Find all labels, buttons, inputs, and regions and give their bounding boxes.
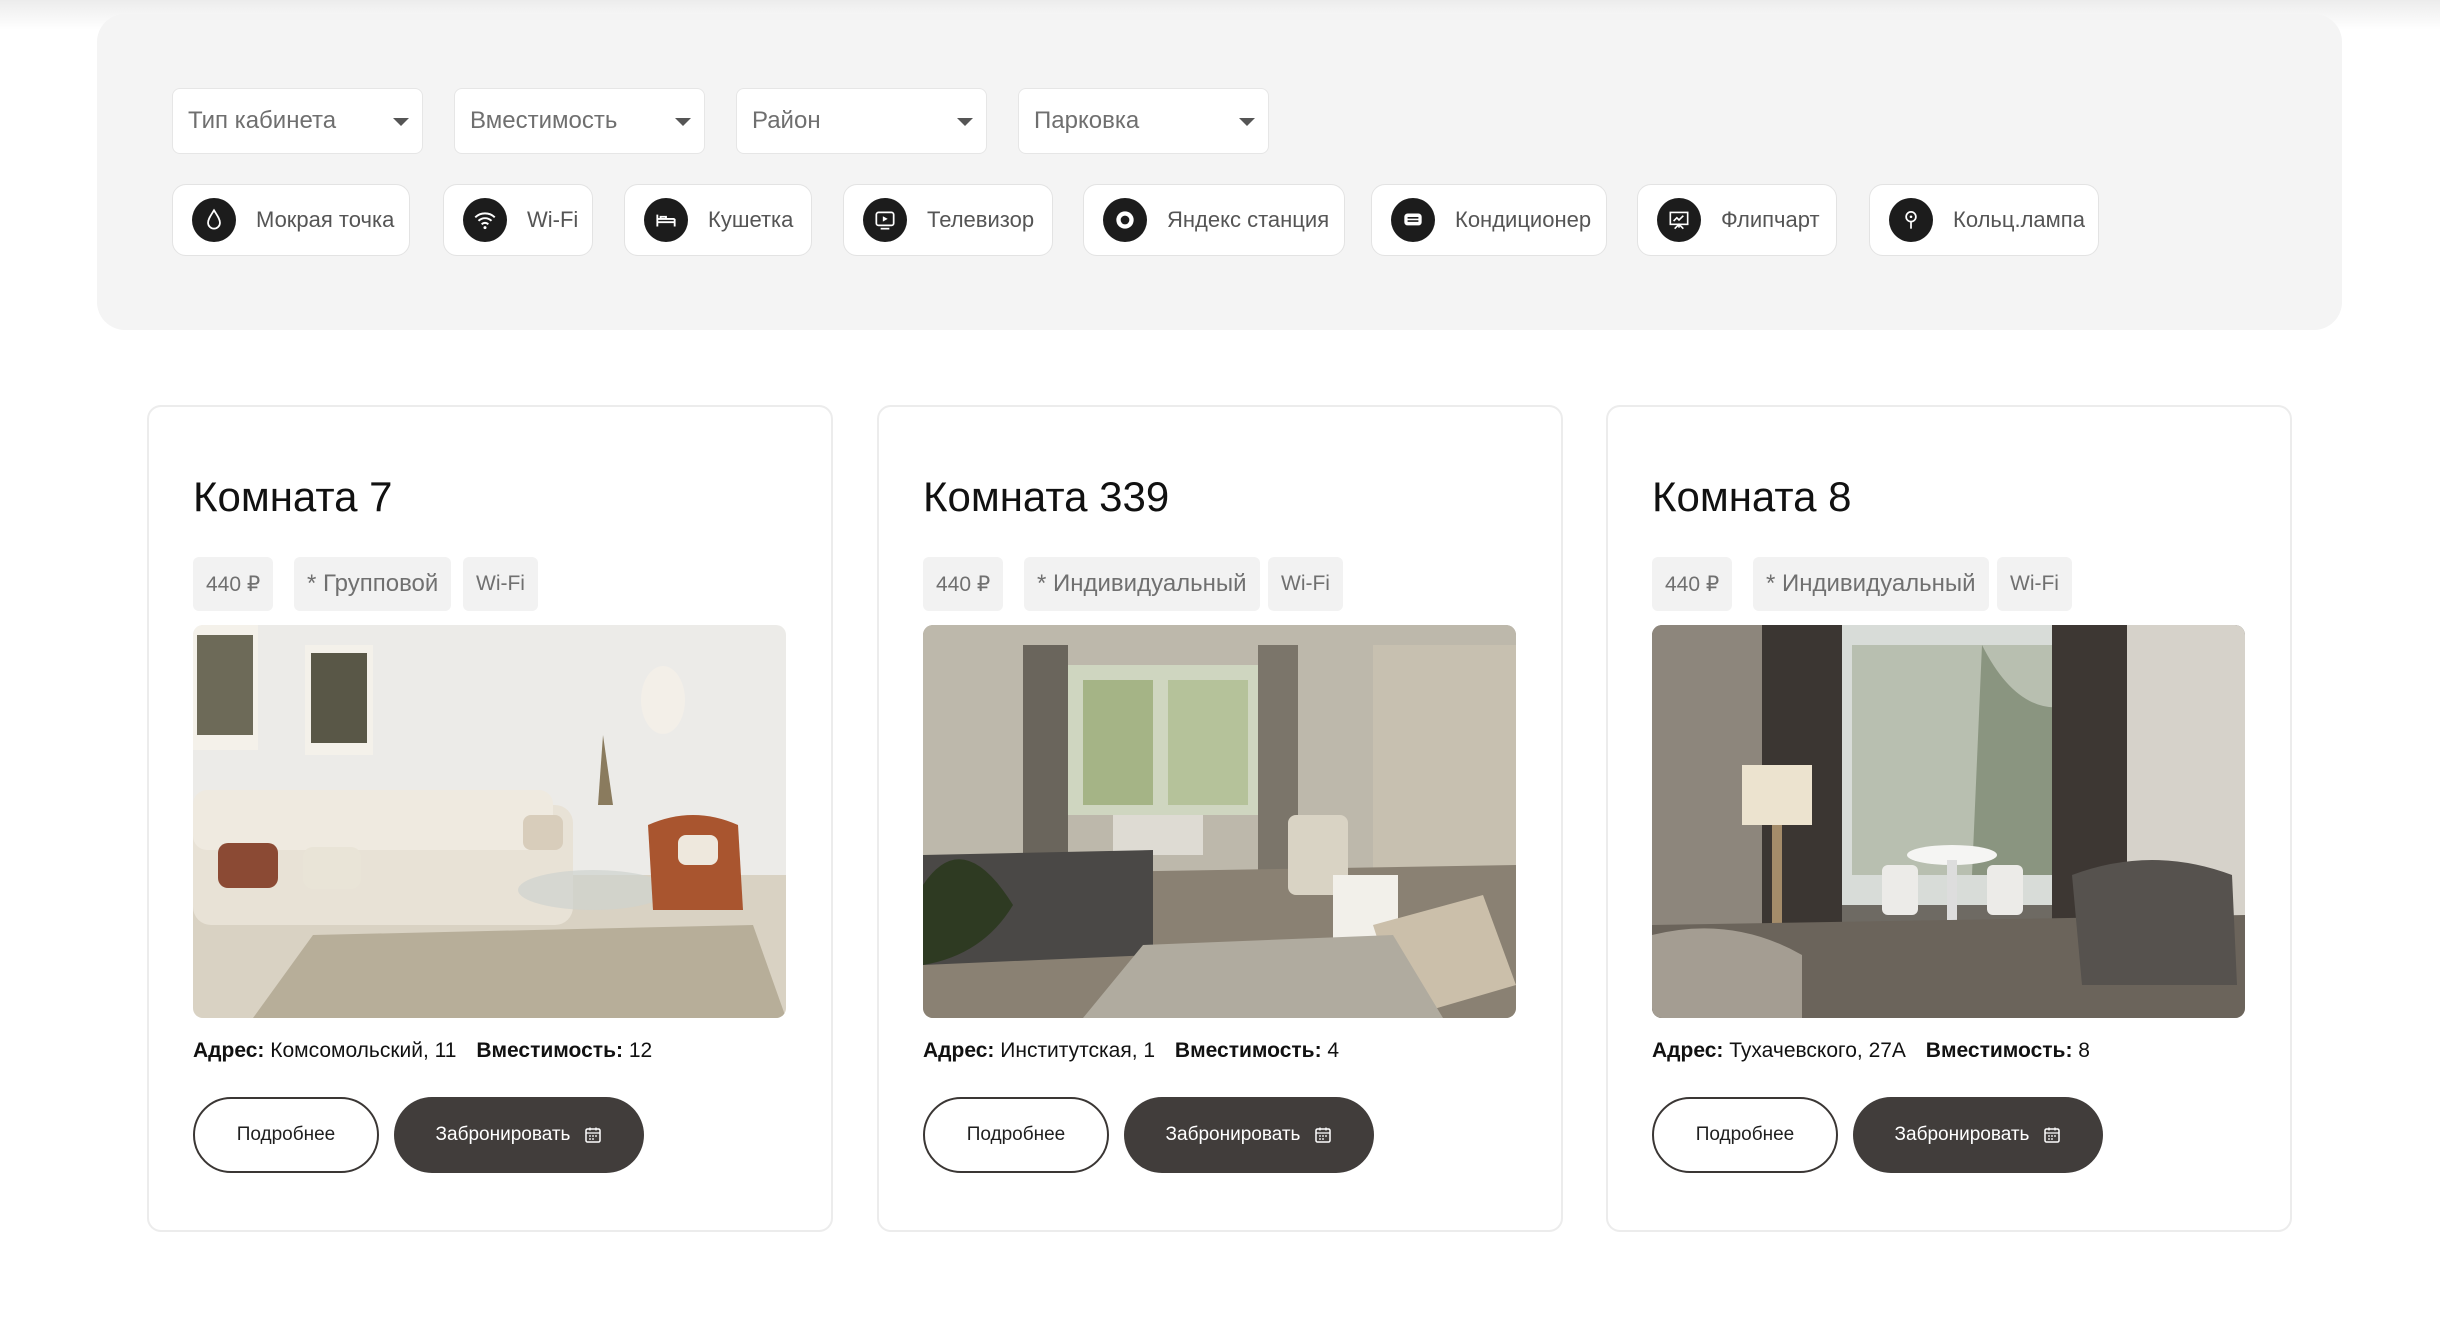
ring-lamp-icon bbox=[1889, 198, 1933, 242]
room-info: Адрес: Комсомольский, 11 Вместимость: 12 bbox=[193, 1039, 652, 1063]
capacity-label: Вместимость: bbox=[1925, 1039, 2073, 1062]
select-label: Район bbox=[752, 107, 821, 134]
wifi-tag: Wi-Fi bbox=[1268, 557, 1343, 611]
address-value: Институтская, 1 bbox=[1000, 1039, 1156, 1062]
capacity-value: 4 bbox=[1327, 1039, 1340, 1062]
address-label: Адрес: bbox=[923, 1039, 995, 1062]
amenity-chip-tv[interactable]: Телевизор bbox=[843, 184, 1053, 256]
caret-down-icon bbox=[675, 118, 691, 126]
caret-down-icon bbox=[957, 118, 973, 126]
book-button[interactable]: Забронировать bbox=[1124, 1097, 1374, 1173]
wifi-tag: Wi-Fi bbox=[463, 557, 538, 611]
select-label: Вместимость bbox=[470, 107, 618, 134]
address-value: Тухачевского, 27А bbox=[1729, 1039, 1906, 1062]
amenity-chip-wifi[interactable]: Wi-Fi bbox=[443, 184, 593, 256]
amenity-chip-flipchart[interactable]: Флипчарт bbox=[1637, 184, 1837, 256]
details-button[interactable]: Подробнее bbox=[1652, 1097, 1838, 1173]
amenity-chip-ring-lamp[interactable]: Кольц.лампа bbox=[1869, 184, 2099, 256]
parking-select[interactable]: Парковка bbox=[1018, 88, 1269, 154]
amenity-label: Кушетка bbox=[708, 207, 794, 232]
amenity-label: Кондиционер bbox=[1455, 207, 1592, 232]
amenity-label: Флипчарт bbox=[1721, 207, 1820, 232]
room-card: Комната 8 440 ₽ * Индивидуальный Wi-Fi А bbox=[1606, 405, 2292, 1232]
air-conditioner-icon bbox=[1391, 198, 1435, 242]
caret-down-icon bbox=[1239, 118, 1255, 126]
room-photo bbox=[193, 625, 786, 1018]
couch-icon bbox=[644, 198, 688, 242]
calendar-icon bbox=[1315, 1127, 1332, 1143]
wifi-icon bbox=[463, 198, 507, 242]
room-photo bbox=[923, 625, 1516, 1018]
amenity-label: Телевизор bbox=[927, 207, 1035, 232]
details-button[interactable]: Подробнее bbox=[193, 1097, 379, 1173]
room-card: Комната 339 440 ₽ * Индивидуальный Wi-Fi… bbox=[877, 405, 1563, 1232]
select-label: Тип кабинета bbox=[188, 107, 337, 134]
book-button[interactable]: Забронировать bbox=[394, 1097, 644, 1173]
capacity-value: 8 bbox=[2078, 1039, 2090, 1062]
flipchart-icon bbox=[1657, 198, 1701, 242]
price-tag: 440 ₽ bbox=[1652, 557, 1733, 611]
select-label: Парковка bbox=[1034, 107, 1140, 134]
filter-panel: Тип кабинета Вместимость Район Парковка … bbox=[97, 14, 2342, 330]
amenity-label: Wi-Fi bbox=[527, 207, 579, 232]
type-tag: * Индивидуальный bbox=[1024, 557, 1260, 611]
book-button-label: Забронировать bbox=[1894, 1124, 2030, 1145]
room-info: Адрес: Институтская, 1 Вместимость: 4 bbox=[923, 1039, 1339, 1063]
amenity-label: Яндекс станция bbox=[1167, 207, 1330, 232]
room-photo bbox=[1652, 625, 2245, 1018]
calendar-icon bbox=[2044, 1127, 2061, 1143]
price-tag: 440 ₽ bbox=[923, 557, 1004, 611]
amenity-chip-yandex-station[interactable]: Яндекс станция bbox=[1083, 184, 1345, 256]
amenity-label: Мокрая точка bbox=[256, 207, 395, 232]
type-tag: * Индивидуальный bbox=[1753, 557, 1989, 611]
office-type-select[interactable]: Тип кабинета bbox=[172, 88, 423, 154]
amenity-chip-wet-point[interactable]: Мокрая точка bbox=[172, 184, 410, 256]
tv-icon bbox=[863, 198, 907, 242]
details-button[interactable]: Подробнее bbox=[923, 1097, 1109, 1173]
calendar-icon bbox=[585, 1127, 602, 1143]
wifi-tag: Wi-Fi bbox=[1997, 557, 2072, 611]
book-button-label: Забронировать bbox=[435, 1124, 571, 1145]
book-button[interactable]: Забронировать bbox=[1853, 1097, 2103, 1173]
smart-speaker-icon bbox=[1103, 198, 1147, 242]
type-tag: * Групповой bbox=[294, 557, 452, 611]
address-label: Адрес: bbox=[193, 1039, 265, 1062]
capacity-label: Вместимость: bbox=[476, 1039, 623, 1062]
price-tag: 440 ₽ bbox=[193, 557, 274, 611]
room-title: Комната 339 bbox=[923, 473, 1170, 520]
book-button-label: Забронировать bbox=[1165, 1124, 1301, 1145]
room-card: Комната 7 440 ₽ * Групповой Wi-Fi Адрес: bbox=[147, 405, 833, 1232]
room-title: Комната 8 bbox=[1652, 473, 1852, 520]
capacity-select[interactable]: Вместимость bbox=[454, 88, 705, 154]
address-value: Комсомольский, 11 bbox=[270, 1039, 457, 1062]
amenity-chip-couch[interactable]: Кушетка bbox=[624, 184, 812, 256]
room-info: Адрес: Тухачевского, 27А Вместимость: 8 bbox=[1652, 1039, 2090, 1063]
water-drop-icon bbox=[192, 198, 236, 242]
filter-selects: Тип кабинета Вместимость Район Парковка bbox=[172, 88, 1269, 154]
capacity-label: Вместимость: bbox=[1174, 1039, 1322, 1062]
caret-down-icon bbox=[393, 118, 409, 126]
room-title: Комната 7 bbox=[193, 473, 393, 520]
amenity-label: Кольц.лампа bbox=[1953, 207, 2085, 232]
capacity-value: 12 bbox=[628, 1039, 653, 1062]
address-label: Адрес: bbox=[1652, 1039, 1724, 1062]
amenity-chip-air-conditioner[interactable]: Кондиционер bbox=[1371, 184, 1607, 256]
district-select[interactable]: Район bbox=[736, 88, 987, 154]
